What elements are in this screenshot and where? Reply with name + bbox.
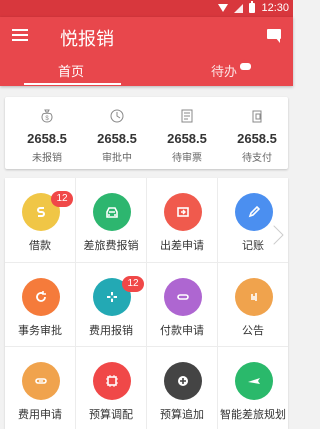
module-payment-request[interactable]: 付款申请 xyxy=(147,263,217,347)
stat-value: 2658.5 xyxy=(167,131,207,146)
battery-icon xyxy=(249,1,256,13)
module-budget-allocation[interactable]: 预算调配 xyxy=(76,347,146,429)
stat-value: 2658.5 xyxy=(237,131,277,146)
stat-label: 未报销 xyxy=(32,153,62,164)
app-title: 悦报销 xyxy=(60,29,114,49)
money-bag-icon: $ xyxy=(40,109,54,123)
module-grid: 12 借款 差旅费报销 出差申请 记账 事务审批 12 费用报销 付款申请 公告… xyxy=(5,178,288,429)
module-label: 费用报销 xyxy=(89,325,133,337)
status-icons: 12:30 xyxy=(218,1,289,15)
clock-icon xyxy=(110,109,124,123)
module-label: 出差申请 xyxy=(160,240,204,252)
module-travel-expense[interactable]: 差旅费报销 xyxy=(76,178,146,262)
module-label: 借款 xyxy=(29,240,51,252)
link-icon xyxy=(164,278,202,316)
module-label: 智能差旅规划 xyxy=(220,409,286,421)
summary-card: $ 2658.5 未报销 2658.5 审批中 2658.5 待审票 2658.… xyxy=(5,97,288,169)
notification-badge: 12 xyxy=(51,191,73,207)
invoice-icon xyxy=(180,109,194,123)
notification-badge: 12 xyxy=(122,276,144,292)
stat-pending-invoice[interactable]: 2658.5 待审票 xyxy=(152,97,222,169)
message-button[interactable] xyxy=(267,29,284,44)
plus-icon xyxy=(164,362,202,400)
module-label: 预算追加 xyxy=(160,409,204,421)
chevron-right-icon xyxy=(272,224,285,246)
tab-home-label: 首页 xyxy=(58,64,85,79)
svg-text:$: $ xyxy=(45,116,49,122)
module-announcement[interactable]: 公告 xyxy=(218,263,288,347)
tab-home[interactable]: 首页 xyxy=(24,58,121,86)
module-label: 费用申请 xyxy=(18,409,62,421)
module-label: 差旅费报销 xyxy=(83,240,139,252)
status-time: 12:30 xyxy=(261,2,289,14)
module-expense-reimbursement[interactable]: 12 费用报销 xyxy=(76,263,146,347)
module-budget-addition[interactable]: 预算追加 xyxy=(147,347,217,429)
tab-todo[interactable]: 待办 xyxy=(195,58,281,86)
module-label: 预算调配 xyxy=(89,409,133,421)
stat-label: 待支付 xyxy=(242,153,272,164)
tab-todo-label: 待办 xyxy=(211,64,238,79)
status-bar: 12:30 xyxy=(0,0,293,17)
module-label: 付款申请 xyxy=(160,325,204,337)
todo-message-icon xyxy=(240,59,251,70)
module-approval[interactable]: 事务审批 xyxy=(5,263,75,347)
airplane-icon xyxy=(235,362,273,400)
stat-label: 审批中 xyxy=(102,153,132,164)
arrow-right-box-icon xyxy=(164,193,202,231)
next-page-button[interactable] xyxy=(264,221,292,249)
selected-tab-indicator xyxy=(24,83,121,85)
module-smart-travel-planning[interactable]: 智能差旅规划 xyxy=(218,347,288,429)
signal-icon xyxy=(234,3,244,13)
module-loan[interactable]: 12 借款 xyxy=(5,178,75,262)
stat-pending-payment[interactable]: 2658.5 待支付 xyxy=(222,97,292,169)
chip-icon xyxy=(93,362,131,400)
chain-icon xyxy=(22,362,60,400)
car-icon xyxy=(93,193,131,231)
module-bookkeeping[interactable]: 记账 xyxy=(218,178,288,262)
refresh-icon xyxy=(22,278,60,316)
wifi-icon xyxy=(218,4,229,12)
stat-unreimbursed[interactable]: $ 2658.5 未报销 xyxy=(12,97,82,169)
stat-label: 待审票 xyxy=(172,153,202,164)
menu-icon-line xyxy=(12,39,28,41)
menu-icon-line xyxy=(12,29,28,31)
volume-icon xyxy=(235,278,273,316)
app-bar: 悦报销 首页 待办 xyxy=(0,17,293,86)
module-expense-request[interactable]: 费用申请 xyxy=(5,347,75,429)
stat-in-approval[interactable]: 2658.5 审批中 xyxy=(82,97,152,169)
module-label: 公告 xyxy=(242,325,264,337)
payment-icon xyxy=(250,109,264,123)
menu-button[interactable] xyxy=(12,27,30,43)
module-business-trip[interactable]: 出差申请 xyxy=(147,178,217,262)
stat-value: 2658.5 xyxy=(97,131,137,146)
stat-value: 2658.5 xyxy=(27,131,67,146)
menu-icon-line xyxy=(12,34,28,36)
module-label: 事务审批 xyxy=(18,325,62,337)
